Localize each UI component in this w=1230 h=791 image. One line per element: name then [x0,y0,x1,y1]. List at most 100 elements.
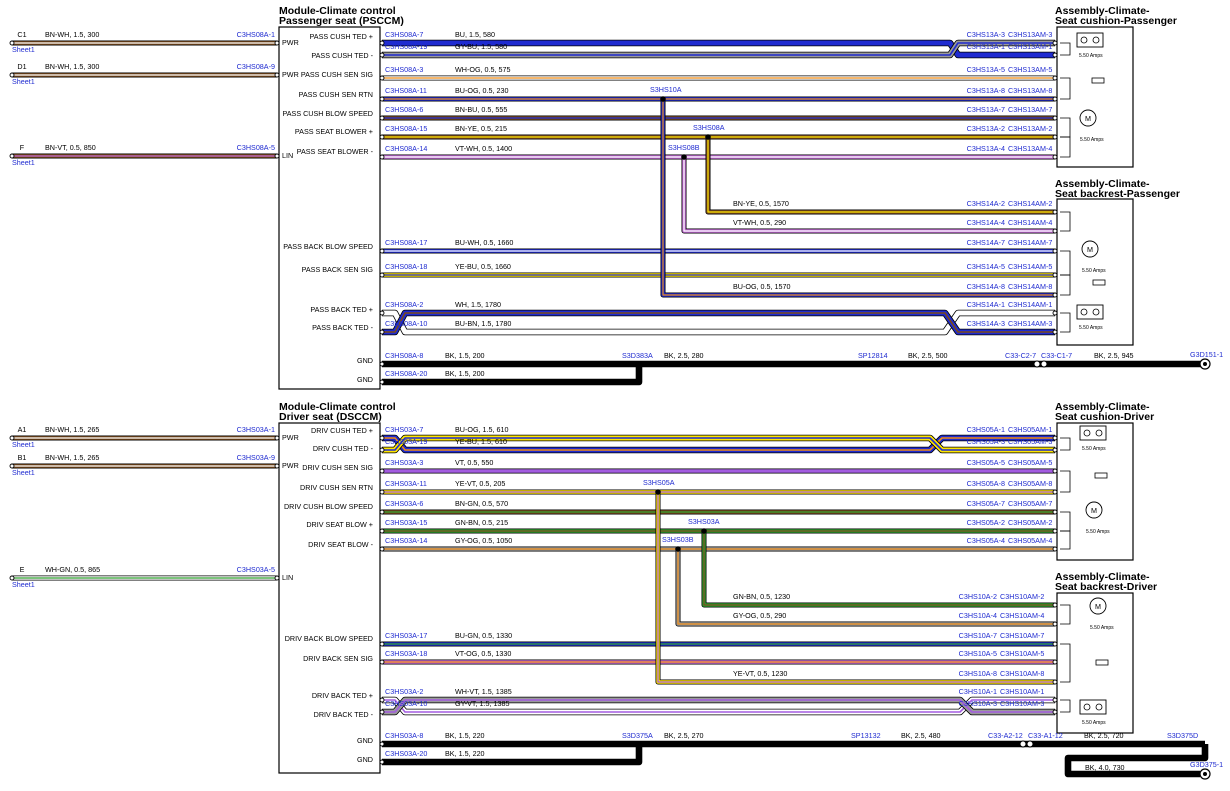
wire-label-8: VT-WH, 0.5, 290 [733,218,786,227]
driv-gnd-p1 [379,741,385,747]
pin-label-0: PASS CUSH TED + [310,32,373,41]
feed-end-3 [274,435,280,441]
pass-cush-motor-amps: 5.50 Amps [1080,137,1104,143]
wire-label-2: WH-OG, 0.5, 575 [455,65,511,74]
wire-rconn-10: C3HS14A-5 [967,262,1005,271]
wire-rconn2-13: C3HS14AM-3 [1008,319,1052,328]
wire-label-11: BU-OG, 0.5, 1570 [733,282,791,291]
wire-rconn-1: C3HS13A-3 [967,30,1005,39]
pass-gnd-conn2 [1040,360,1048,368]
driv-gnd-sp-lbl: SP13132 [851,731,881,740]
pass-cush-heater-c2 [1092,36,1100,44]
feed-end-5 [274,575,280,581]
wire-label-5: BN-YE, 0.5, 215 [455,124,507,133]
wire-start-3 [379,96,385,102]
wire-end-21 [1052,602,1058,608]
splice-label-2: S3HS08B [668,143,700,152]
wire-rconn-4: C3HS13A-7 [967,105,1005,114]
wire-rconn2-2: C3HS13AM-5 [1008,65,1052,74]
pass-gnd-splice [636,361,642,367]
wire-rconn-2: C3HS13A-5 [967,65,1005,74]
wire-rconn-16: C3HS05A-5 [967,458,1005,467]
assembly-title-1b: Seat cushion-Passenger [1055,15,1177,27]
wire-rconn-18: C3HS05A-7 [967,499,1005,508]
wire-end-17 [1052,489,1058,495]
driv-gnd-sp [864,741,870,747]
wire-lconn-27: C3HS03A-10 [385,699,427,708]
pass-module-box [278,26,381,390]
wire-label-20: GY-OG, 0.5, 1050 [455,536,512,545]
pass-gnd-splice-lbl: S3D383A [622,351,653,360]
pass-back-heater-amps: 5.50 Amps [1079,325,1103,331]
sheet-label-4: Sheet1 [12,468,35,477]
pin-label-5: PASS SEAT BLOWER + [295,127,373,136]
wire-rconn2-17: C3HS05AM-8 [1008,479,1052,488]
wire-start-4 [379,115,385,121]
pass-cush-sensor [1091,77,1105,84]
driv-gnd-w4: BK, 2.5, 480 [901,731,941,740]
wire-end-8 [1052,228,1058,234]
pass-gnd-w5: BK, 2.5, 945 [1094,351,1134,360]
wire-rconn2-25: C3HS10AM-8 [1000,669,1044,678]
wire-lconn-4: C3HS08A-6 [385,105,423,114]
wire-label-21: GN-BN, 0.5, 1230 [733,592,790,601]
wire-label-23: BU-GN, 0.5, 1330 [455,631,512,640]
wire-start-1 [379,52,385,58]
splice-label-0: S3HS10A [650,85,682,94]
pin-label-15: DRIV CUSH SEN SIG [302,463,373,472]
wire-rconn2-26: C3HS10AM-1 [1000,687,1044,696]
pass-ground-icon-dot [1203,362,1207,366]
pin-label-18: DRIV SEAT BLOW + [306,520,373,529]
wire-rconn2-23: C3HS10AM-7 [1000,631,1044,640]
wire-lconn-9: C3HS08A-17 [385,238,427,247]
pin-label-13: DRIV CUSH TED + [311,426,373,435]
wire-lconn-18: C3HS03A-6 [385,499,423,508]
wire-rconn-12: C3HS14A-1 [967,300,1005,309]
wire-start-24 [379,659,385,665]
wire-rconn2-12: C3HS14AM-1 [1008,300,1052,309]
wire-rconn2-7: C3HS14AM-2 [1008,199,1052,208]
wire-rconn-0: C3HS13A-1 [967,42,1005,51]
wire-end-22 [1052,621,1058,627]
driv-cush-heater-amps: 5.50 Amps [1082,446,1106,452]
wire-rconn-6: C3HS13A-4 [967,144,1005,153]
wire-rconn2-0: C3HS13AM-1 [1008,42,1052,51]
wire-label-17: YE-VT, 0.5, 205 [455,479,505,488]
wire-end-6 [1052,154,1058,160]
sheet-label-3: Sheet1 [12,440,35,449]
pass-back-motor-amps: 5.50 Amps [1082,268,1106,274]
wire-rconn-26: C3HS10A-1 [959,687,997,696]
wire-lconn-23: C3HS03A-17 [385,631,427,640]
feed-pin-5: LIN [282,573,293,582]
pin-label-22: DRIV BACK TED + [312,691,373,700]
wire-start-5 [379,134,385,140]
wire-end-9 [1052,248,1058,254]
wire-start-15 [379,447,385,453]
wire-lconn-14: C3HS03A-7 [385,425,423,434]
assembly-box-3 [1056,422,1134,561]
feed-wire-label-5: WH-GN, 0.5, 865 [45,565,100,574]
pin-label-20: DRIV BACK BLOW SPEED [285,634,373,643]
wire-end-16 [1052,468,1058,474]
wire-rconn-23: C3HS10A-7 [959,631,997,640]
pin-label-14: DRIV CUSH TED - [313,444,374,453]
splice-node-4 [701,528,707,534]
wire-rconn-8: C3HS14A-4 [967,218,1005,227]
wire-label-13: BU-BN, 1.5, 1780 [455,319,511,328]
pin-label-2: PASS CUSH SEN SIG [301,70,374,79]
pin-label-17: DRIV CUSH BLOW SPEED [284,502,373,511]
assembly-title-4b: Seat backrest-Driver [1055,581,1157,593]
wire-start-19 [379,528,385,534]
pass-gnd-w3: BK, 2.5, 280 [664,351,704,360]
wire-end-26 [1052,697,1058,703]
pin-label-4: PASS CUSH BLOW SPEED [282,109,373,118]
wire-rconn-24: C3HS10A-5 [959,649,997,658]
wire-end-1 [1052,40,1058,46]
pass-back-heater-c2 [1092,308,1100,316]
wire-rconn2-6: C3HS13AM-4 [1008,144,1052,153]
wire-label-25: YE-VT, 0.5, 1230 [733,669,787,678]
pass-cush-motor-m: M [1085,114,1091,123]
wire-rconn-9: C3HS14A-7 [967,238,1005,247]
wire-rconn-25: C3HS10A-8 [959,669,997,678]
pass-gnd-c2: C33-C1-7 [1041,351,1072,360]
